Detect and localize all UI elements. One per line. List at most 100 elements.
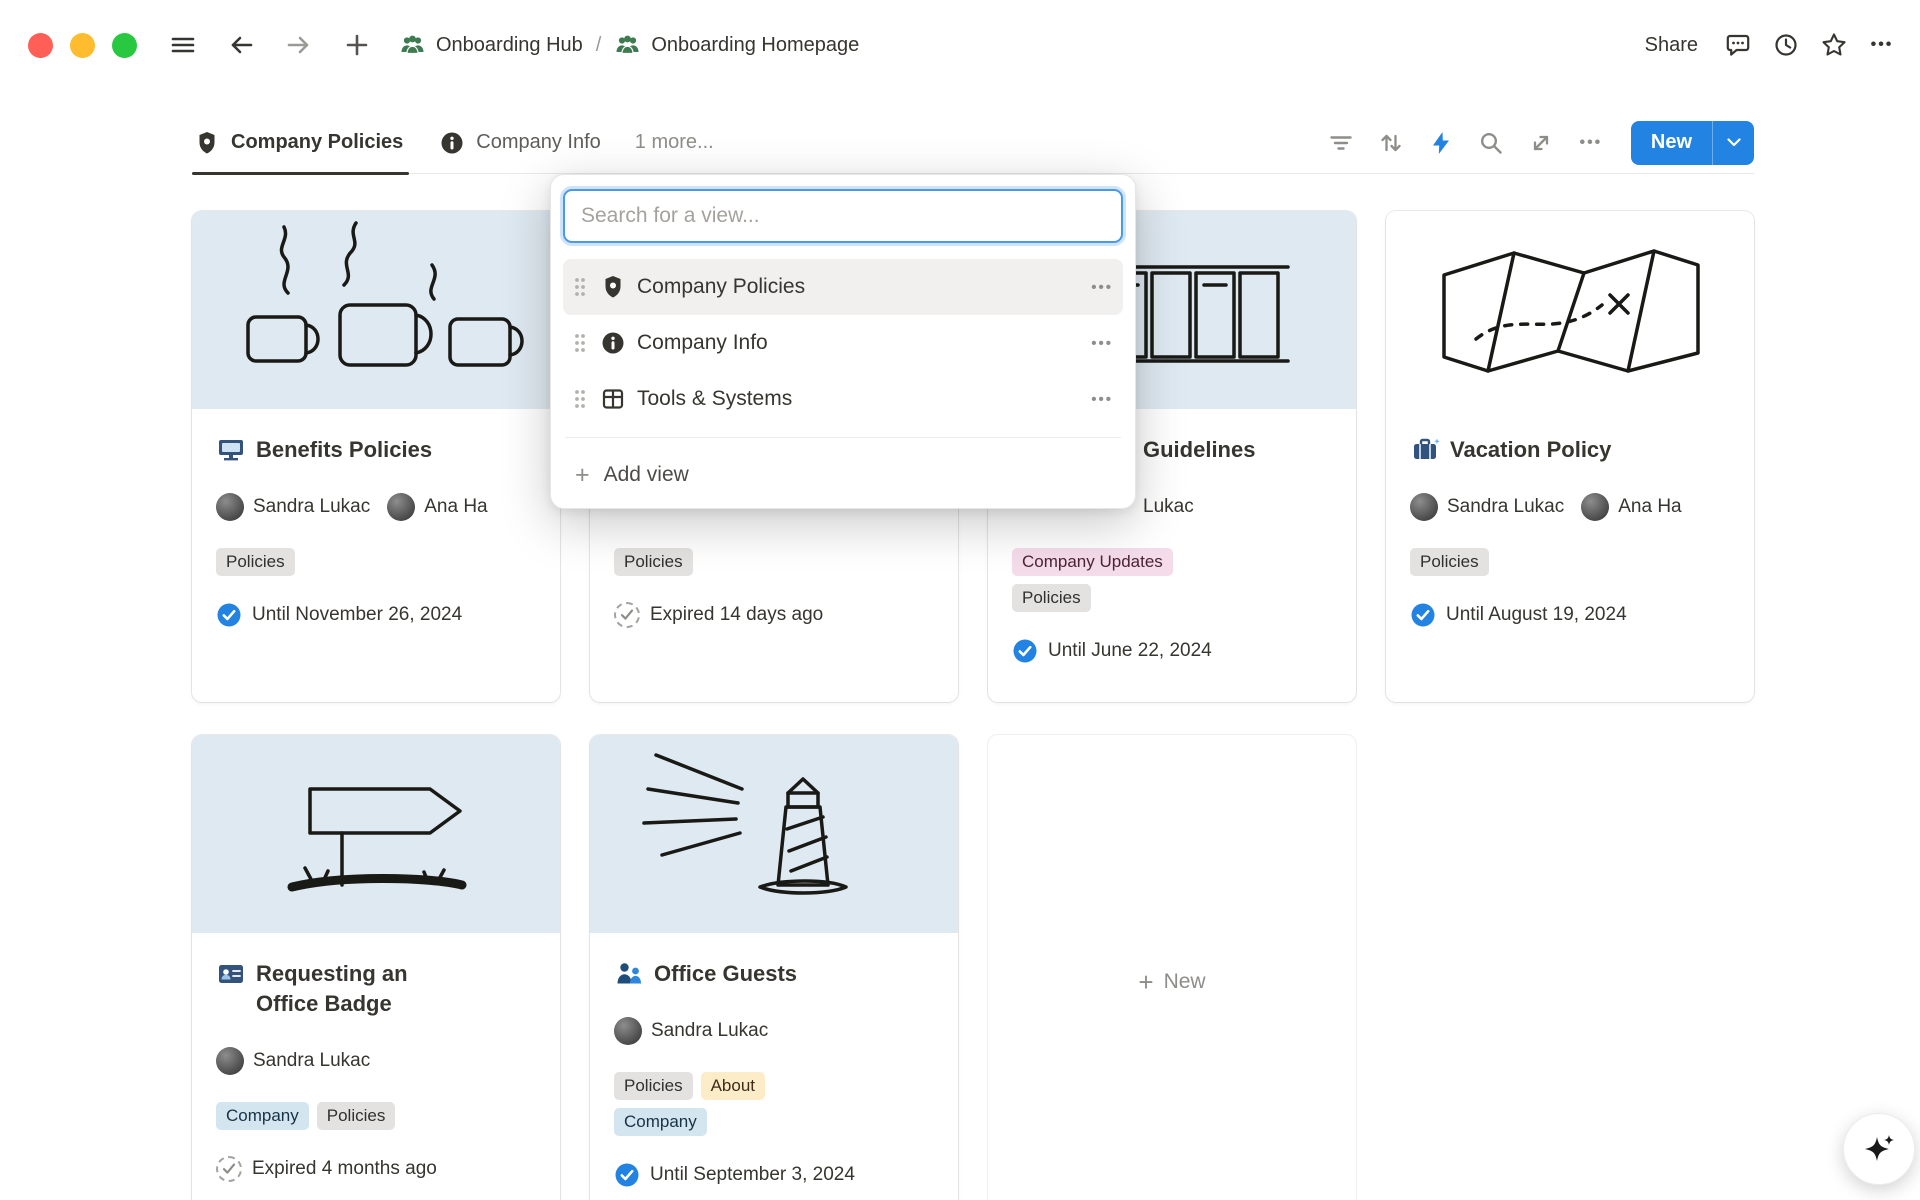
card-title: Office Guests	[614, 959, 934, 989]
table-icon	[593, 386, 633, 412]
avatar	[216, 1047, 244, 1075]
tab-label: Company Info	[476, 131, 601, 154]
add-view-button[interactable]: + Add view	[563, 448, 1123, 502]
chevron-down-icon	[1727, 138, 1741, 147]
avatar	[1410, 493, 1438, 521]
breadcrumb: Onboarding Hub / Onboarding Homepage	[399, 32, 859, 59]
id-badge-icon	[216, 959, 246, 989]
view-item-company-policies[interactable]: Company Policies •••	[563, 259, 1123, 315]
verification-status: Until September 3, 2024	[614, 1159, 934, 1191]
tags-property: Policies	[216, 545, 536, 579]
view-item-menu-button[interactable]: •••	[1091, 391, 1113, 408]
favorite-button[interactable]	[1814, 25, 1854, 65]
back-button[interactable]	[221, 25, 261, 65]
history-button[interactable]	[1766, 25, 1806, 65]
comments-button[interactable]	[1718, 25, 1758, 65]
tag: Company Updates	[1012, 548, 1173, 576]
view-more-button[interactable]: •••	[1571, 123, 1611, 163]
view-item-label: Company Info	[637, 331, 768, 355]
card-title-text: Benefits Policies	[256, 435, 432, 465]
search-icon	[1478, 130, 1504, 156]
desktop-computer-icon	[216, 435, 246, 465]
drag-handle-icon[interactable]	[567, 332, 593, 354]
sidebar-toggle-button[interactable]	[163, 25, 203, 65]
ai-assistant-button[interactable]	[1843, 1113, 1915, 1185]
status-text: Expired 4 months ago	[252, 1158, 437, 1180]
lighthouse-illustration	[590, 735, 958, 933]
share-button[interactable]: Share	[1633, 28, 1710, 63]
view-search-input[interactable]	[563, 189, 1123, 243]
new-options-button[interactable]	[1712, 121, 1754, 165]
views-list: Company Policies ••• Company Info ••• To…	[563, 259, 1123, 427]
card-title-text: Vacation Policy	[1450, 435, 1611, 465]
person-name: Lukac	[1143, 496, 1194, 518]
map-illustration	[1386, 211, 1754, 409]
automations-button[interactable]	[1421, 123, 1461, 163]
tags-property: Company Policies	[216, 1099, 536, 1133]
forward-button[interactable]	[279, 25, 319, 65]
verification-status: Expired 14 days ago	[614, 599, 934, 631]
view-item-menu-button[interactable]: •••	[1091, 279, 1113, 296]
card-office-guests[interactable]: Office Guests Sandra Lukac Policies Abou…	[590, 735, 958, 1200]
view-item-menu-button[interactable]: •••	[1091, 335, 1113, 352]
hamburger-menu-icon	[169, 31, 197, 59]
info-circle-icon	[439, 130, 465, 156]
info-circle-icon	[593, 330, 633, 356]
add-view-label: Add view	[604, 463, 689, 487]
drag-handle-icon[interactable]	[567, 388, 593, 410]
breadcrumb-item-onboarding-hub[interactable]: Onboarding Hub	[399, 32, 583, 59]
suitcase-icon	[1410, 435, 1440, 465]
page-more-button[interactable]: •••	[1862, 25, 1902, 65]
tab-company-info[interactable]: Company Info	[437, 112, 607, 174]
minimize-window-button[interactable]	[70, 33, 95, 58]
person-name: Ana Ha	[424, 496, 487, 518]
person-name: Sandra Lukac	[253, 1050, 370, 1072]
person-name: Sandra Lukac	[651, 1020, 768, 1042]
sort-button[interactable]	[1371, 123, 1411, 163]
new-card-button[interactable]: + New	[988, 735, 1356, 1200]
card-vacation-policy[interactable]: Vacation Policy Sandra Lukac Ana Ha Poli…	[1386, 211, 1754, 702]
card-cover	[192, 211, 560, 409]
clock-icon	[1772, 31, 1800, 59]
close-window-button[interactable]	[28, 33, 53, 58]
people-group-icon	[614, 32, 641, 59]
card-title: Benefits Policies	[216, 435, 536, 465]
ellipsis-icon: •••	[1871, 36, 1894, 54]
star-icon	[1820, 31, 1848, 59]
more-views-button[interactable]: 1 more...	[635, 131, 714, 154]
signpost-illustration	[192, 735, 560, 933]
expired-check-icon	[216, 1156, 242, 1182]
search-button[interactable]	[1471, 123, 1511, 163]
filter-button[interactable]	[1321, 123, 1361, 163]
zoom-window-button[interactable]	[112, 33, 137, 58]
new-card-label: New	[1164, 970, 1206, 994]
expired-check-icon	[614, 602, 640, 628]
filter-icon	[1328, 130, 1354, 156]
card-requesting-office-badge[interactable]: Requesting an Office Badge Sandra Lukac …	[192, 735, 560, 1200]
card-cover	[590, 735, 958, 933]
people-property: Sandra Lukac Ana Ha	[1410, 491, 1752, 523]
breadcrumb-item-onboarding-homepage[interactable]: Onboarding Homepage	[614, 32, 859, 59]
tab-company-policies[interactable]: Company Policies	[192, 112, 409, 174]
sort-arrows-icon	[1378, 130, 1404, 156]
plus-icon: +	[1138, 969, 1153, 995]
expand-view-button[interactable]	[1521, 123, 1561, 163]
verification-status: Until June 22, 2024	[1012, 635, 1332, 667]
divider	[565, 437, 1121, 438]
new-button[interactable]: New	[1631, 121, 1712, 165]
card-title-text: Guidelines	[1143, 435, 1255, 465]
avatar	[1581, 493, 1609, 521]
drag-handle-icon[interactable]	[567, 276, 593, 298]
verification-status: Until August 19, 2024	[1410, 599, 1730, 631]
people-group-icon	[399, 32, 426, 59]
new-page-button[interactable]	[337, 25, 377, 65]
tags-property: Company Updates Policies	[1012, 545, 1332, 615]
card-benefits-policies[interactable]: Benefits Policies Sandra Lukac Ana Ha Po…	[192, 211, 560, 702]
view-item-tools-systems[interactable]: Tools & Systems •••	[563, 371, 1123, 427]
tag: Policies	[216, 548, 295, 576]
tag: Policies	[1012, 584, 1091, 612]
view-item-company-info[interactable]: Company Info •••	[563, 315, 1123, 371]
status-text: Until August 19, 2024	[1446, 604, 1627, 626]
new-split-button: New	[1631, 121, 1754, 165]
tag: Policies	[614, 1072, 693, 1100]
